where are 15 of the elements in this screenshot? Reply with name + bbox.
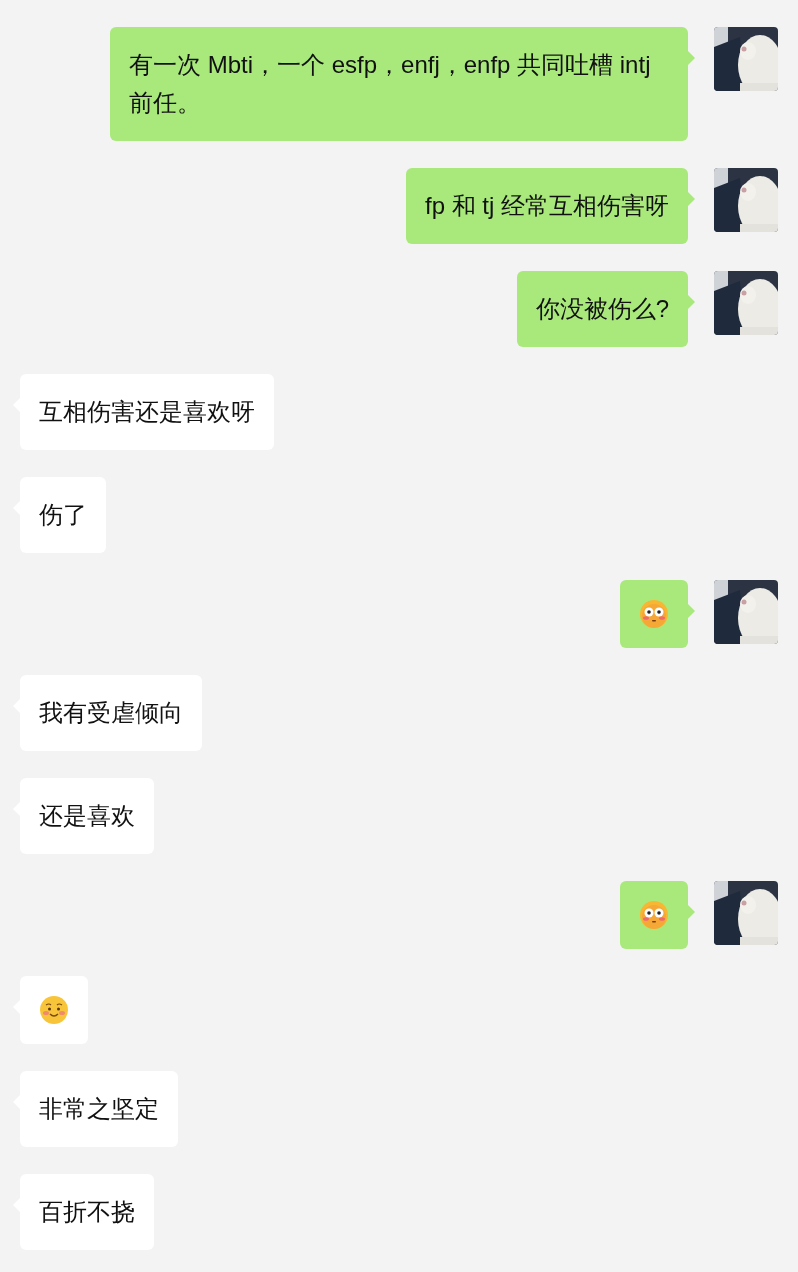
- message-bubble: 互相伤害还是喜欢呀: [20, 374, 274, 450]
- message-bubble: 我有受虐倾向: [20, 675, 202, 751]
- bubble-tail: [688, 192, 695, 206]
- bubble-tail: [688, 295, 695, 309]
- flushed-face-icon: [639, 900, 669, 930]
- bubble-tail: [688, 51, 695, 65]
- message-bubble: 还是喜欢: [20, 778, 154, 854]
- flushed-face-icon: [639, 599, 669, 629]
- message-bubble: 伤了: [20, 477, 106, 553]
- message-bubble: 你没被伤么?: [516, 271, 688, 347]
- message-bubble: fp 和 tj 经常互相伤害呀: [405, 168, 688, 244]
- message-bubble: 非常之坚定: [20, 1071, 178, 1147]
- message-bubble: 百折不挠: [20, 1174, 154, 1250]
- smiling-face-icon: [39, 995, 69, 1025]
- message-bubble: 有一次 Mbti，一个 esfp，enfj，enfp 共同吐槽 intj 前任。: [110, 27, 688, 141]
